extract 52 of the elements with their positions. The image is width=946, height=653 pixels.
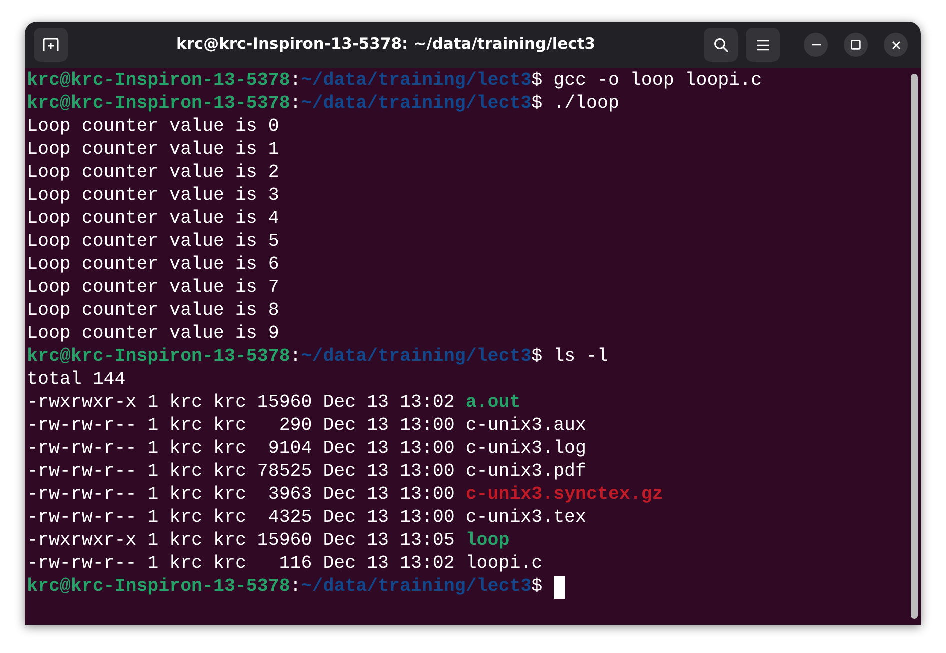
terminal-text: -rw-rw-r-- 1 krc krc 9104 Dec 13 13:00 c-unix3.log — [27, 439, 586, 459]
terminal-text: Loop counter value is 2 — [27, 163, 280, 183]
executable-file-name: loop — [466, 531, 510, 551]
terminal-text: $ — [532, 577, 544, 597]
terminal-text: Loop counter value is 4 — [27, 209, 280, 229]
new-tab-icon — [43, 38, 59, 52]
terminal-text: -rw-rw-r-- 1 krc krc 116 Dec 13 13:02 loopi.c — [27, 554, 543, 574]
minimize-icon — [812, 44, 820, 46]
terminal-text: Loop counter value is 6 — [27, 255, 280, 275]
terminal-text: : — [290, 71, 302, 91]
path-text: ~/data/training/lect3 — [301, 71, 532, 91]
terminal-text: : — [290, 94, 302, 114]
path-text: ~/data/training/lect3 — [301, 94, 532, 114]
terminal-text: $ ls -l — [532, 347, 608, 367]
user-host-text: krc@krc-Inspiron-13-5378 — [27, 71, 290, 91]
close-button[interactable] — [884, 33, 908, 57]
path-text: ~/data/training/lect3 — [301, 347, 532, 367]
terminal-text: Loop counter value is 7 — [27, 278, 280, 298]
maximize-button[interactable] — [844, 33, 868, 57]
scrollbar[interactable] — [911, 74, 918, 619]
executable-file-name: a.out — [466, 393, 521, 413]
terminal-text: Loop counter value is 0 — [27, 117, 280, 137]
user-host-text: krc@krc-Inspiron-13-5378 — [27, 94, 290, 114]
terminal-text: -rw-rw-r-- 1 krc krc 4325 Dec 13 13:00 c-unix3.tex — [27, 508, 586, 528]
terminal-text: -rw-rw-r-- 1 krc krc 78525 Dec 13 13:00 c-unix3.pdf — [27, 462, 586, 482]
terminal-text: -rw-rw-r-- 1 krc krc 290 Dec 13 13:00 c-unix3.aux — [27, 416, 586, 436]
terminal-text: Loop counter value is 1 — [27, 140, 280, 160]
search-button[interactable] — [704, 28, 738, 62]
terminal-text: Loop counter value is 3 — [27, 186, 280, 206]
new-tab-button[interactable] — [34, 28, 68, 62]
menu-icon — [757, 40, 769, 50]
user-host-text: krc@krc-Inspiron-13-5378 — [27, 347, 290, 367]
terminal-text: Loop counter value is 9 — [27, 324, 280, 344]
user-host-text: krc@krc-Inspiron-13-5378 — [27, 577, 290, 597]
terminal-text: : — [290, 347, 302, 367]
search-icon — [714, 38, 728, 52]
terminal-text: -rwxrwxr-x 1 krc krc 15960 Dec 13 13:02 — [27, 393, 456, 413]
window-title: krc@krc-Inspiron-13-5378: ~/data/training/lect3 — [176, 34, 596, 56]
close-icon — [892, 40, 900, 50]
terminal-text: -rwxrwxr-x 1 krc krc 15960 Dec 13 13:05 — [27, 531, 456, 551]
terminal-text: -rw-rw-r-- 1 krc krc 3963 Dec 13 13:00 — [27, 485, 456, 505]
terminal-text: Loop counter value is 5 — [27, 232, 280, 252]
maximize-icon — [851, 40, 861, 50]
terminal-text: : — [290, 577, 302, 597]
terminal-text: Loop counter value is 8 — [27, 301, 280, 321]
menu-button[interactable] — [746, 28, 780, 62]
terminal-text: total 144 — [27, 370, 126, 390]
terminal-text: $ ./loop — [532, 94, 620, 114]
path-text: ~/data/training/lect3 — [301, 577, 532, 597]
minimize-button[interactable] — [804, 33, 828, 57]
terminal-text: $ gcc -o loop loopi.c — [532, 71, 762, 91]
archive-file-name: c-unix3.synctex.gz — [466, 485, 664, 505]
